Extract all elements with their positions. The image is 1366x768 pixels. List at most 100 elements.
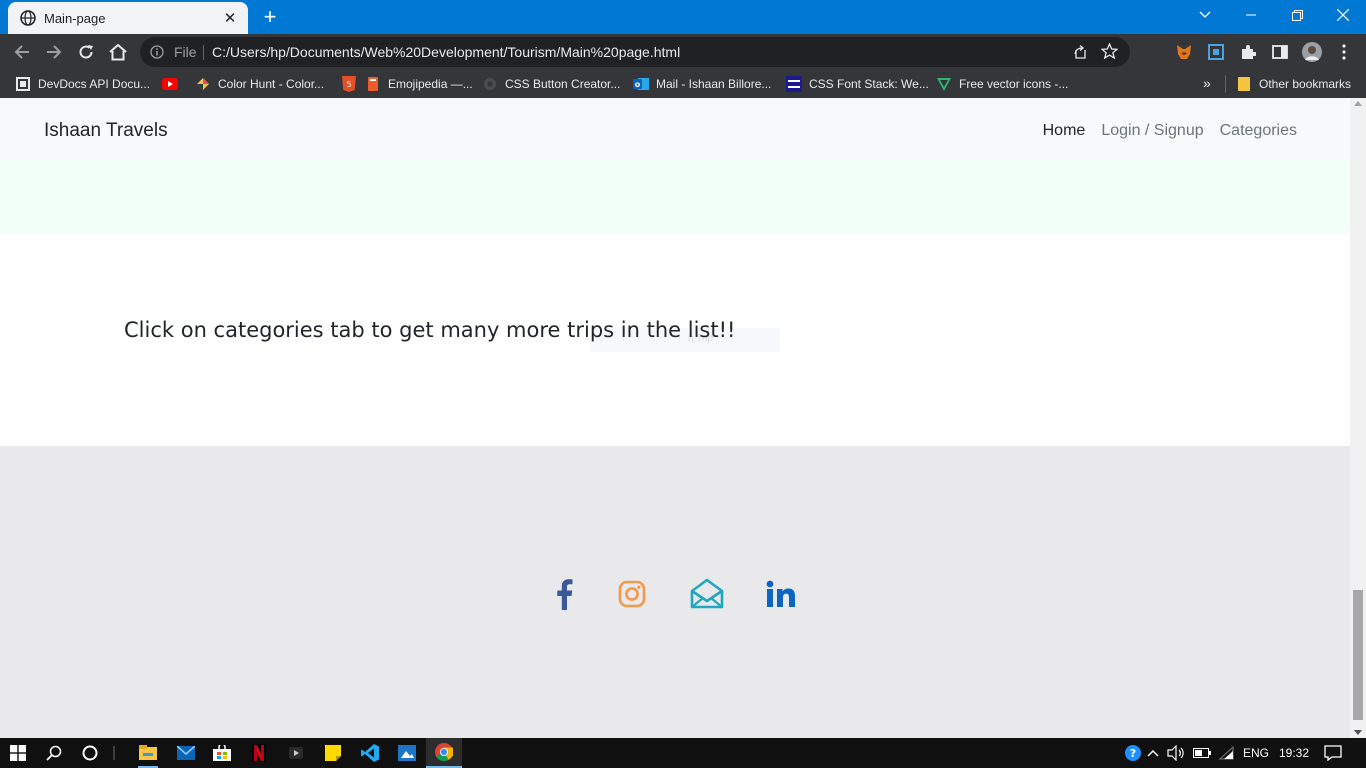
bookmark-css-button-creator[interactable]: CSS Button Creator... bbox=[482, 76, 620, 92]
facebook-icon[interactable] bbox=[544, 574, 584, 614]
bookmark-label: Free vector icons -... bbox=[959, 77, 1069, 91]
promo-text: Click on categories tab to get many more… bbox=[124, 318, 736, 342]
bookmarks-bar: DevDocs API Docu... Color Hunt - Color..… bbox=[0, 70, 1366, 98]
bookmarks-divider bbox=[1225, 75, 1226, 93]
browser-toolbar: File C:/Users/hp/Documents/Web%20Develop… bbox=[0, 34, 1366, 70]
home-icon[interactable] bbox=[107, 41, 129, 63]
taskbar-separator bbox=[106, 738, 122, 768]
photos-app-icon[interactable] bbox=[389, 738, 425, 768]
fontstack-icon bbox=[786, 76, 802, 92]
side-panel-icon[interactable] bbox=[1270, 42, 1290, 62]
bookmark-css-font-stack[interactable]: CSS Font Stack: We... bbox=[786, 76, 929, 92]
omnibox-divider bbox=[203, 45, 204, 60]
outlook-icon: o bbox=[633, 76, 649, 92]
language-indicator[interactable]: ENG bbox=[1240, 738, 1272, 768]
colorhunt-icon bbox=[195, 76, 211, 92]
bookmark-label: CSS Button Creator... bbox=[505, 77, 621, 91]
bookmark-label: Emojipedia —... bbox=[388, 77, 473, 91]
youtube-icon bbox=[162, 76, 178, 92]
bookmark-colorhunt[interactable]: Color Hunt - Color... bbox=[195, 76, 324, 92]
tab-search-icon[interactable] bbox=[1182, 0, 1228, 30]
info-icon[interactable] bbox=[150, 45, 164, 64]
windows-taskbar: ? ENG 19:32 bbox=[0, 738, 1366, 768]
sticky-notes-icon[interactable] bbox=[315, 738, 351, 768]
bookmark-devdocs[interactable]: DevDocs API Docu... bbox=[15, 76, 150, 92]
screenshot-extension-icon[interactable] bbox=[1206, 42, 1226, 62]
svg-text:o: o bbox=[635, 80, 641, 89]
gear-icon bbox=[482, 76, 498, 92]
instagram-icon[interactable] bbox=[612, 574, 652, 614]
file-explorer-icon[interactable] bbox=[130, 738, 166, 768]
url-text[interactable]: C:/Users/hp/Documents/Web%20Development/… bbox=[212, 44, 680, 60]
scroll-down-arrow-icon[interactable] bbox=[1354, 730, 1362, 735]
scroll-up-arrow-icon[interactable] bbox=[1354, 101, 1362, 106]
extensions-puzzle-icon[interactable] bbox=[1238, 42, 1258, 62]
site-brand[interactable]: Ishaan Travels bbox=[44, 120, 168, 142]
site-navbar: Ishaan Travels Home Login / Signup Categ… bbox=[0, 98, 1350, 160]
emojipedia-icon bbox=[365, 76, 381, 92]
bookmark-free-vector-icons[interactable]: Free vector icons -... bbox=[936, 76, 1068, 92]
scrollbar-thumb[interactable] bbox=[1353, 590, 1363, 720]
vertical-scrollbar[interactable] bbox=[1350, 98, 1366, 738]
close-window-icon[interactable] bbox=[1320, 0, 1366, 30]
notifications-icon[interactable] bbox=[1320, 738, 1346, 768]
volume-icon[interactable] bbox=[1166, 738, 1186, 768]
netflix-icon[interactable] bbox=[241, 738, 277, 768]
more-menu-icon[interactable] bbox=[1334, 42, 1354, 62]
tab-close-icon[interactable]: ✕ bbox=[222, 9, 238, 27]
vector-icon bbox=[936, 76, 952, 92]
linkedin-icon[interactable] bbox=[761, 574, 801, 614]
svg-text:?: ? bbox=[1130, 747, 1136, 760]
network-icon[interactable] bbox=[1217, 738, 1237, 768]
reload-icon[interactable] bbox=[75, 41, 97, 63]
globe-icon bbox=[20, 10, 36, 26]
devdocs-icon bbox=[15, 76, 31, 92]
nav-categories-link[interactable]: Categories bbox=[1220, 122, 1297, 140]
new-tab-button[interactable]: + bbox=[258, 5, 282, 29]
bookmark-label: Mail - Ishaan Billore... bbox=[656, 77, 772, 91]
cortana-icon[interactable] bbox=[72, 738, 108, 768]
windows-start-icon[interactable] bbox=[0, 738, 36, 768]
html5-icon: 5 bbox=[341, 76, 357, 92]
bookmark-youtube[interactable] bbox=[162, 76, 185, 92]
tray-expand-icon[interactable] bbox=[1145, 738, 1161, 768]
store-icon[interactable] bbox=[204, 738, 240, 768]
forward-arrow-icon[interactable] bbox=[43, 41, 65, 63]
vscode-icon[interactable] bbox=[352, 738, 388, 768]
bookmarks-overflow-button[interactable]: » bbox=[1203, 75, 1211, 91]
bookmark-label: CSS Font Stack: We... bbox=[809, 77, 929, 91]
browser-tab-strip: Main-page ✕ + bbox=[0, 0, 1366, 34]
tab-title: Main-page bbox=[44, 10, 106, 26]
nav-home-link[interactable]: Home bbox=[1043, 122, 1086, 140]
search-icon[interactable] bbox=[36, 738, 72, 768]
help-icon[interactable]: ? bbox=[1124, 738, 1142, 768]
bookmark-mail[interactable]: o Mail - Ishaan Billore... bbox=[633, 76, 771, 92]
profile-avatar[interactable] bbox=[1302, 42, 1322, 62]
back-arrow-icon[interactable] bbox=[11, 41, 33, 63]
browser-tab[interactable]: Main-page ✕ bbox=[8, 2, 248, 34]
other-bookmarks-folder[interactable]: Other bookmarks bbox=[1236, 76, 1351, 92]
site-nav-links: Home Login / Signup Categories bbox=[1043, 122, 1297, 140]
email-icon[interactable] bbox=[687, 574, 727, 614]
bookmark-label: Color Hunt - Color... bbox=[218, 77, 325, 91]
bookmark-emojipedia[interactable]: Emojipedia —... bbox=[365, 76, 473, 92]
mail-app-icon[interactable] bbox=[168, 738, 204, 768]
bookmark-label: DevDocs API Docu... bbox=[38, 77, 151, 91]
bookmark-star-icon[interactable] bbox=[1100, 42, 1119, 65]
scheme-label: File bbox=[174, 44, 197, 60]
media-player-icon[interactable] bbox=[278, 738, 314, 768]
chrome-taskbar-icon[interactable] bbox=[426, 738, 462, 768]
address-bar[interactable]: File C:/Users/hp/Documents/Web%20Develop… bbox=[140, 37, 1130, 67]
nav-login-link[interactable]: Login / Signup bbox=[1101, 122, 1203, 140]
bookmark-html5[interactable]: 5 bbox=[341, 76, 364, 92]
bookmark-label: Other bookmarks bbox=[1259, 77, 1352, 91]
minimize-icon[interactable] bbox=[1228, 0, 1274, 30]
battery-icon[interactable] bbox=[1192, 738, 1212, 768]
clock[interactable]: 19:32 bbox=[1274, 738, 1314, 768]
share-icon[interactable] bbox=[1070, 44, 1086, 65]
site-footer bbox=[0, 446, 1350, 738]
svg-text:5: 5 bbox=[346, 80, 351, 89]
restore-icon[interactable] bbox=[1274, 0, 1320, 30]
page-viewport: Ishaan Travels Home Login / Signup Categ… bbox=[0, 98, 1350, 738]
metamask-extension-icon[interactable] bbox=[1174, 42, 1194, 62]
